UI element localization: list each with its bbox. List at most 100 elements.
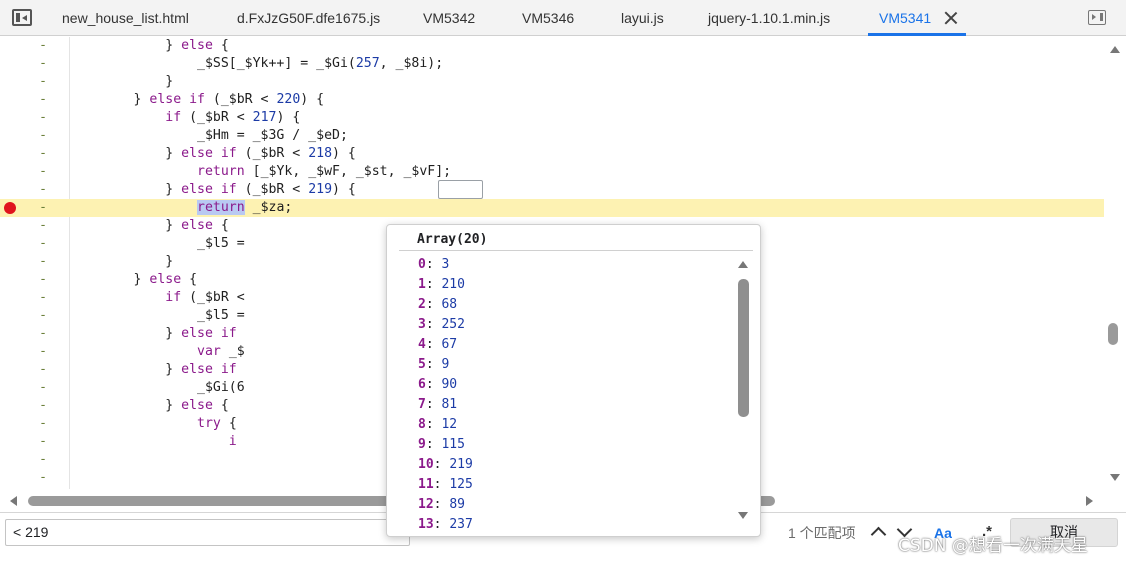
tab-jquery-js[interactable]: jquery-1.10.1.min.js (708, 0, 830, 36)
line-number[interactable]: - (28, 145, 58, 163)
code-token: _$Hm = _$3G / _$eD; (70, 128, 348, 143)
line-number[interactable]: - (28, 181, 58, 199)
line-number[interactable]: - (28, 361, 58, 379)
array-entry-row[interactable]: 4: 67 (418, 335, 457, 355)
array-entry-row[interactable]: 1: 210 (418, 275, 465, 295)
code-text: } else if (_$bR < 220) { (70, 91, 325, 109)
code-line[interactable]: - } else { (0, 37, 1104, 55)
close-tab-icon[interactable] (944, 11, 958, 25)
line-number[interactable]: - (28, 451, 58, 469)
array-entry-row[interactable]: 5: 9 (418, 355, 449, 375)
line-number[interactable]: - (28, 343, 58, 361)
tab-new-house-list[interactable]: new_house_list.html (62, 0, 189, 36)
line-number[interactable]: - (28, 469, 58, 487)
line-number[interactable]: - (28, 163, 58, 181)
breakpoint-marker-icon[interactable] (4, 202, 16, 214)
line-number[interactable]: - (28, 271, 58, 289)
code-text: if (_$bR < 217) { (70, 109, 300, 127)
line-number[interactable]: - (28, 55, 58, 73)
array-entry-key: 7 (418, 397, 426, 412)
code-line[interactable]: - _$Hm = _$3G / _$eD; (0, 127, 1104, 145)
array-entry-row[interactable]: 0: 3 (418, 255, 449, 275)
code-text: return [_$Yk, _$wF, _$st, _$vF]; (70, 163, 451, 181)
code-text: } else if (_$bR < 219) { (70, 181, 356, 199)
code-text: } else { (70, 271, 198, 289)
code-token: (_$bR < (181, 110, 253, 125)
line-number[interactable]: - (28, 289, 58, 307)
array-entry-row[interactable]: 8: 12 (418, 415, 457, 435)
code-token: [_$Yk, _$wF, _$st, _$vF]; (244, 164, 452, 179)
line-number[interactable]: - (28, 109, 58, 127)
line-number[interactable]: - (28, 307, 58, 325)
code-line[interactable]: - _$SS[_$Yk++] = _$Gi(257, _$8i); (0, 55, 1104, 73)
array-entry-row[interactable]: 11: 125 (418, 475, 473, 495)
scroll-down-arrow-icon[interactable] (1110, 474, 1120, 481)
tab-fxjzg50f-js[interactable]: d.FxJzG50F.dfe1675.js (237, 0, 380, 36)
current-execution-line[interactable]: - return _$za; (0, 199, 1104, 217)
array-entry-row[interactable]: 12: 89 (418, 495, 465, 515)
code-line[interactable]: - } else if (_$bR < 220) { (0, 91, 1104, 109)
line-number[interactable]: - (28, 379, 58, 397)
search-input[interactable]: < 219 (5, 519, 410, 546)
tab-vm5346[interactable]: VM5346 (522, 0, 574, 36)
array-entry-separator: : (425, 357, 442, 372)
array-entry-separator: : (425, 297, 442, 312)
code-text: _$Hm = _$3G / _$eD; (70, 127, 348, 145)
line-number[interactable]: - (28, 415, 58, 433)
tab-vm5341[interactable]: VM5341 (879, 0, 931, 36)
code-token: { (212, 398, 229, 413)
popover-scroll-thumb[interactable] (738, 279, 749, 417)
array-entry-value: 237 (449, 517, 473, 532)
tab-vm5342[interactable]: VM5342 (423, 0, 475, 36)
line-number[interactable]: - (28, 37, 58, 55)
code-line[interactable]: - } else if (_$bR < 218) { (0, 145, 1104, 163)
code-token: 218 (308, 146, 333, 161)
code-line[interactable]: - } else if (_$bR < 219) { (0, 181, 1104, 199)
line-number[interactable]: - (28, 433, 58, 451)
code-text: } (70, 253, 173, 271)
array-entry-row[interactable]: 9: 115 (418, 435, 465, 455)
popover-scroll-up-icon[interactable] (738, 261, 748, 268)
line-number[interactable]: - (28, 91, 58, 109)
vertical-scroll-thumb[interactable] (1108, 323, 1118, 345)
code-text: _$SS[_$Yk++] = _$Gi(257, _$8i); (70, 55, 443, 73)
code-line[interactable]: - if (_$bR < 217) { (0, 109, 1104, 127)
array-entry-row[interactable]: 6: 90 (418, 375, 457, 395)
code-token: ) { (332, 182, 356, 197)
debugger-panel-toggle-icon[interactable] (1088, 10, 1106, 25)
array-entry-key: 13 (418, 517, 434, 532)
array-entry-row[interactable]: 13: 237 (418, 515, 473, 535)
value-preview-popover[interactable]: Array(20) 0: 3 1: 210 2: 68 3: 252 4: 67 5: 9… (386, 224, 761, 537)
line-number[interactable]: - (28, 235, 58, 253)
array-entry-row[interactable]: 3: 252 (418, 315, 465, 335)
code-token: } (70, 182, 182, 197)
code-token: 257 (355, 56, 380, 71)
code-token: 217 (252, 110, 277, 125)
scroll-right-arrow-icon[interactable] (1086, 496, 1093, 506)
editor-vertical-scrollbar[interactable] (1104, 37, 1126, 489)
previous-match-button[interactable] (866, 519, 892, 545)
line-number[interactable]: - (28, 199, 58, 217)
code-text: } else { (70, 217, 229, 235)
code-line[interactable]: - return [_$Yk, _$wF, _$st, _$vF]; (0, 163, 1104, 181)
popover-scroll-down-icon[interactable] (738, 512, 748, 519)
line-number[interactable]: - (28, 397, 58, 415)
line-number[interactable]: - (28, 253, 58, 271)
navigator-toggle-icon[interactable] (12, 9, 32, 26)
array-entry-value: 89 (449, 497, 465, 512)
array-entry-row[interactable]: 10: 219 (418, 455, 473, 475)
tab-layui-js[interactable]: layui.js (621, 0, 664, 36)
array-entry-row[interactable]: 7: 81 (418, 395, 457, 415)
scroll-left-arrow-icon[interactable] (10, 496, 17, 506)
code-line[interactable]: - } (0, 73, 1104, 91)
line-number[interactable]: - (28, 73, 58, 91)
line-number[interactable]: - (28, 325, 58, 343)
line-number[interactable]: - (28, 127, 58, 145)
code-token: } (70, 326, 182, 341)
array-entry-row[interactable]: 2: 68 (418, 295, 457, 315)
code-text: } else if (_$bR < 218) { (70, 145, 356, 163)
code-token: (_$bR < (236, 146, 309, 161)
scroll-up-arrow-icon[interactable] (1110, 46, 1120, 53)
line-number[interactable]: - (28, 217, 58, 235)
